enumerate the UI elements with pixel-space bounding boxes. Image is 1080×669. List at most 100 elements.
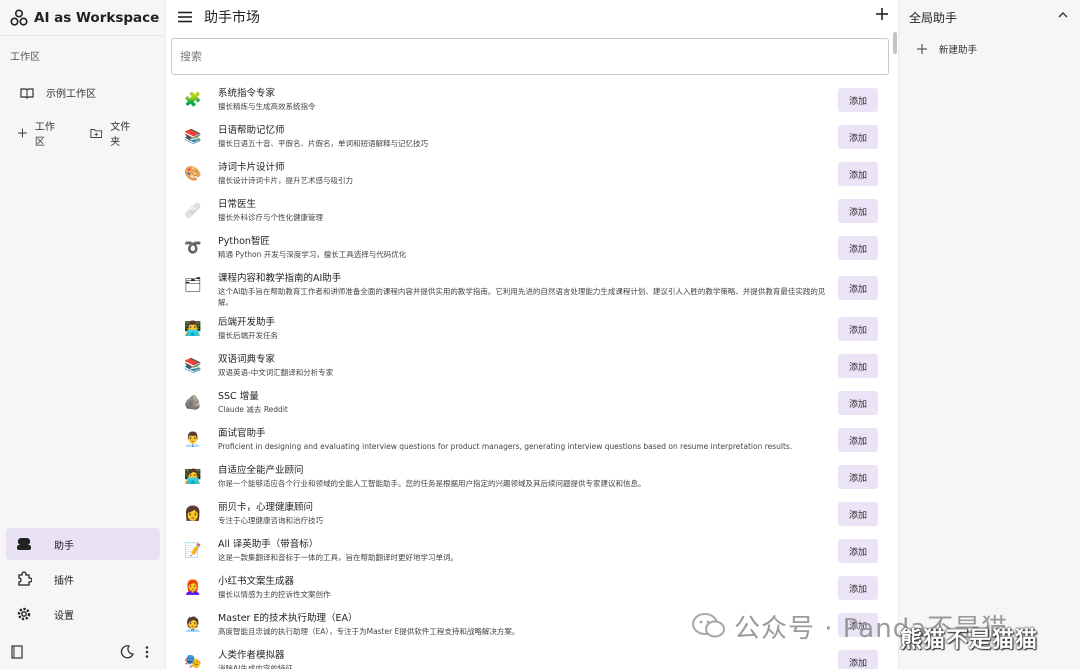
assistant-description: 擅长精炼与生成高效系统指令	[218, 102, 316, 111]
assistant-row[interactable]: 🎨 诗词卡片设计师 擅长设计诗词卡片，提升艺术感与吸引力 添加	[166, 155, 898, 192]
chevron-up-icon[interactable]	[1058, 11, 1068, 18]
add-assistant-button[interactable]: 添加	[838, 125, 878, 149]
assistant-avatar-icon: 🪨	[184, 395, 202, 411]
add-folder-button[interactable]: 文件夹	[90, 118, 137, 148]
assistant-text: 后端开发助手 擅长后端开发任务	[218, 310, 828, 341]
add-assistant-button[interactable]: 添加	[838, 576, 878, 600]
add-workspace-label: 工作区	[34, 122, 55, 148]
assistant-row[interactable]: 🧩 系统指令专家 擅长精炼与生成高效系统指令 添加	[166, 81, 898, 118]
assistant-description: 擅长以情感为主的控诉性文案创作	[218, 590, 331, 599]
add-assistant-button[interactable]: 添加	[838, 317, 878, 341]
assistant-row[interactable]: 🩹 日常医生 擅长外科诊疗与个性化健康管理 添加	[166, 192, 898, 229]
book-open-icon[interactable]	[10, 645, 24, 659]
assistant-row[interactable]: 👩‍🦰 小红书文案生成器 擅长以情感为主的控诉性文案创作 添加	[166, 569, 898, 606]
assistant-name: 小红书文案生成器	[218, 576, 295, 587]
assistant-name: 系统指令专家	[218, 88, 276, 99]
add-assistant-button[interactable]: 添加	[838, 276, 878, 300]
assistant-avatar-icon: 🩹	[184, 203, 202, 219]
assistant-name: SSC 增量	[218, 391, 259, 402]
new-assistant-button[interactable]: 新建助手	[917, 42, 1080, 56]
add-assistant-button[interactable]: 添加	[838, 391, 878, 415]
assistant-text: 日常医生 擅长外科诊疗与个性化健康管理	[218, 192, 828, 223]
workspace-item-example[interactable]: 示例工作区	[20, 85, 165, 100]
assistant-row[interactable]: 🗂 课程内容和教学指南的AI助手 这个AI助手旨在帮助教育工作者和讲师准备全面的课程…	[166, 266, 898, 310]
assistant-text: 小红书文案生成器擅长以情感为主的控诉性文案创作	[218, 569, 828, 600]
assistant-text: 日语帮助记忆师擅长日语五十音、平假名、片假名，单词和短语解释与记忆技巧	[218, 118, 828, 149]
assistant-text: 人类作者模拟器消除AI生成内容的特征	[218, 643, 828, 669]
sidebar-item-plugins[interactable]: 插件	[6, 563, 160, 595]
assistant-row[interactable]: ➰ Python智匠 精通 Python 开发与深度学习，擅长工具选择与代码优化 添加	[166, 229, 898, 266]
left-sidebar: AI as Workspace 工作区 示例工作区 工作区 文件夹 助手 插件 …	[0, 0, 166, 669]
assistant-text: 诗词卡片设计师擅长设计诗词卡片，提升艺术感与吸引力	[218, 155, 828, 186]
assistant-text: 课程内容和教学指南的AI助手 这个AI助手旨在帮助教育工作者和讲师准备全面的课程内…	[218, 266, 828, 308]
assistant-description: 双语英语-中文词汇翻译和分析专家	[218, 368, 334, 377]
gear-icon	[17, 607, 31, 621]
more-vertical-icon[interactable]	[144, 645, 150, 659]
assistant-text: All 译英助手（带音标） 这是一款集翻译和音标于一体的工具，旨在帮助翻译时更好地…	[218, 532, 828, 563]
search-input[interactable]	[172, 39, 888, 74]
assistant-avatar-icon: 👨‍💻	[184, 321, 202, 337]
global-assistant-header[interactable]: 全局助手	[899, 0, 1080, 34]
add-assistant-button[interactable]: 添加	[838, 502, 878, 526]
assistant-description: 专注于心理健康咨询和治疗技巧	[218, 516, 323, 525]
assistant-avatar-icon: 🧑‍💻	[184, 469, 202, 485]
assistant-row[interactable]: 🧑‍💻 自适应全能产业顾问你是一个能够适应各个行业和领域的全能人工智能助手。您的任…	[166, 458, 898, 495]
sidebar-item-settings[interactable]: 设置	[6, 598, 160, 630]
assistant-avatar-icon: 👩	[184, 506, 202, 522]
assistant-name: 诗词卡片设计师	[218, 162, 285, 173]
add-assistant-button[interactable]: 添加	[838, 162, 878, 186]
sidebar-item-assistants[interactable]: 助手	[6, 528, 160, 560]
scrollbar[interactable]	[893, 32, 897, 54]
assistant-name: 人类作者模拟器	[218, 650, 285, 661]
add-assistant-button[interactable]: 添加	[838, 199, 878, 223]
assistant-row[interactable]: 🎭 人类作者模拟器 消除AI生成内容的特征 添加	[166, 643, 898, 669]
add-assistant-button[interactable]: 添加	[838, 88, 878, 112]
add-assistant-button[interactable]: 添加	[838, 428, 878, 452]
add-assistant-button[interactable]: 添加	[838, 236, 878, 260]
assistant-avatar-icon: 🧑‍💼	[184, 617, 202, 633]
assistant-name: 后端开发助手	[218, 317, 276, 328]
book-icon	[20, 87, 34, 99]
main-topbar: 助手市场	[166, 0, 898, 34]
assistant-list: 🧩 系统指令专家 擅长精炼与生成高效系统指令 添加 📚 日语帮助记忆师 擅长日语五十音、平假…	[166, 81, 898, 669]
assistant-description: 擅长设计诗词卡片，提升艺术感与吸引力	[218, 176, 353, 185]
assistant-row[interactable]: 📝 All 译英助手（带音标） 这是一款集翻译和音标于一体的工具，旨在帮助翻译时更好…	[166, 532, 898, 569]
assistant-description: 你是一个能够适应各个行业和领域的全能人工智能助手。您的任务是根据用户指定的兴趣领…	[218, 479, 646, 488]
add-assistant-button[interactable]: 添加	[838, 354, 878, 378]
brand-header: AI as Workspace	[0, 0, 165, 36]
assistant-name: 自适应全能产业顾问	[218, 465, 304, 476]
assistant-description: 精通 Python 开发与深度学习，擅长工具选择与代码优化	[218, 250, 407, 259]
assistant-description: 擅长后端开发任务	[218, 331, 278, 340]
assistant-name: 日语帮助记忆师	[218, 125, 285, 136]
assistant-row[interactable]: 👨‍💼 面试官助手 Proficient in designing and eval…	[166, 421, 898, 458]
add-icon[interactable]	[876, 8, 888, 20]
add-assistant-button[interactable]: 添加	[838, 465, 878, 489]
plus-icon	[917, 44, 927, 54]
moon-icon[interactable]	[120, 645, 134, 659]
assistant-avatar-icon: ➰	[184, 240, 202, 256]
add-workspace-button[interactable]: 工作区	[18, 118, 62, 148]
search-box	[171, 38, 889, 75]
assistant-description: 擅长日语五十音、平假名、片假名，单词和短语解释与记忆技巧	[218, 139, 428, 148]
assistant-avatar-icon: 🎭	[184, 654, 202, 669]
assistant-row[interactable]: 🪨 SSC 增量 Claude 减去 Reddit 添加	[166, 384, 898, 421]
assistant-text: 丽贝卡，心理健康顾问 专注于心理健康咨询和治疗技巧	[218, 495, 828, 526]
assistant-name: 丽贝卡，心理健康顾问	[218, 502, 314, 513]
assistant-description: Proficient in designing and evaluating i…	[218, 442, 793, 451]
menu-icon[interactable]	[178, 11, 192, 23]
plus-icon	[18, 128, 27, 138]
assistant-description: 消除AI生成内容的特征	[218, 664, 293, 669]
assistant-row[interactable]: 👩 丽贝卡，心理健康顾问 专注于心理健康咨询和治疗技巧 添加	[166, 495, 898, 532]
panel-title: 全局助手	[909, 10, 958, 25]
sidebar-item-label: 助手	[54, 540, 74, 552]
assistant-name: 面试官助手	[218, 428, 266, 439]
add-assistant-button[interactable]: 添加	[838, 650, 878, 669]
assistant-row[interactable]: 👨‍💻 后端开发助手 擅长后端开发任务 添加	[166, 310, 898, 347]
folder-plus-icon	[90, 128, 102, 138]
assistant-row[interactable]: 📚 日语帮助记忆师 擅长日语五十音、平假名、片假名，单词和短语解释与记忆技巧 添加	[166, 118, 898, 155]
assistant-description: 擅长外科诊疗与个性化健康管理	[218, 213, 323, 222]
assistant-description: 这是一款集翻译和音标于一体的工具，旨在帮助翻译时更好地学习单词。	[218, 553, 458, 562]
assistant-description: Claude 减去 Reddit	[218, 405, 288, 414]
assistant-row[interactable]: 📚 双语词典专家 双语英语-中文词汇翻译和分析专家 添加	[166, 347, 898, 384]
add-assistant-button[interactable]: 添加	[838, 539, 878, 563]
